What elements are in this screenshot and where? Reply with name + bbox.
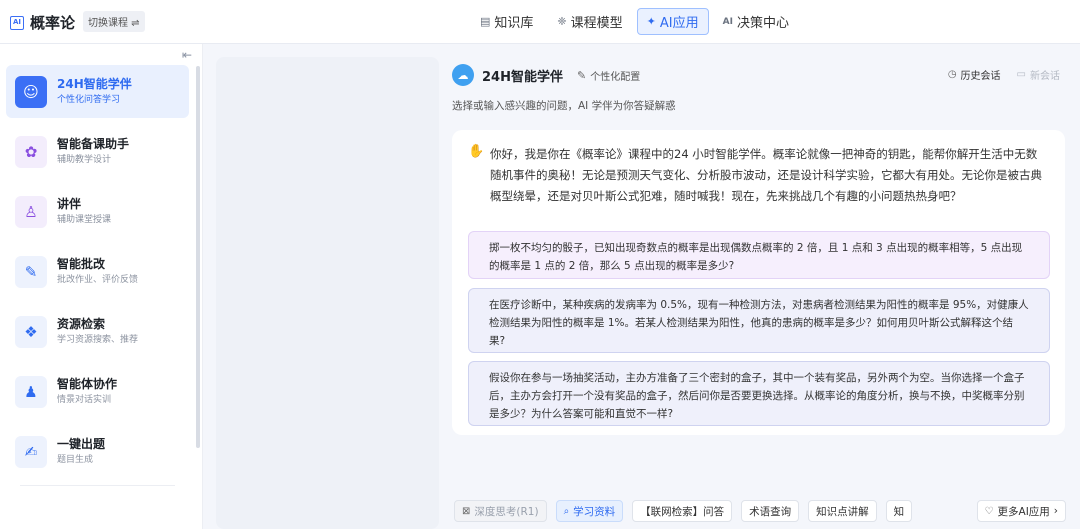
sidebar-item-subtitle: 情景对话实训 [57,395,112,405]
search-icon: ⌕ [563,505,570,517]
sidebar-item-title: 智能批改 [57,257,106,271]
sidebar-item-subtitle: 个性化问答学习 [57,95,121,105]
more-ai-apps-button[interactable]: ♡ 更多AI应用 › [976,500,1066,522]
sidebar-divider [20,485,175,486]
ai-icon: AI [722,16,733,27]
nav-knowledge-base[interactable]: ▤ 知识库 [470,8,543,35]
collapse-sidebar-icon[interactable]: ⇤ [182,48,192,62]
sidebar-item-subtitle: 辅助教学设计 [57,155,112,165]
ai-logo-icon: AI [10,15,24,30]
bot-avatar: ☁ [452,64,474,86]
deep-think-icon: ⊠ [462,505,471,517]
chip-label: 学习资料 [573,505,616,518]
history-button[interactable]: ◷ 历史会话 [948,67,1001,82]
greeting-row: ✋ 你好，我是你在《概率论》课程中的24 小时智能学伴。概率论就像一把神奇的钥匙… [468,144,1048,207]
conversation-panel [216,57,439,529]
bulb-icon: ♡ [984,505,994,517]
personalization-label: 个性化配置 [590,71,641,83]
new-chat-icon: ▭ [1016,69,1026,80]
nav-label: AI应用 [659,16,699,31]
sidebar-item-grading[interactable]: ✎ 智能批改 批改作业、评价反馈 [6,245,189,298]
chevron-right-icon: › [1053,505,1058,517]
chip-label: 知 [893,505,905,518]
question-gen-icon: ✍ [15,435,47,468]
sidebar-item-title: 资源检索 [57,317,106,331]
nav-decision-center[interactable]: AI 决策中心 [713,8,799,35]
sidebar-item-title: 智能备课助手 [57,137,130,151]
lecture-icon: ♙ [15,195,47,228]
history-label: 历史会话 [960,71,1001,82]
nav-label: 知识库 [494,16,534,31]
deep-think-chip[interactable]: ⊠ 深度思考(R1) [454,500,547,522]
companion-icon: ☺ [15,75,47,108]
conversation-actions: ◷ 历史会话 ▭ 新会话 [932,67,1060,82]
quick-action-bar: ⊠ 深度思考(R1) ⌕ 学习资料 【联网检索】问答 术语查询 知识点讲解 知 … [454,500,1080,524]
sidebar-item-title: 讲伴 [57,197,82,211]
chip-label: 深度思考(R1) [474,505,539,518]
layers-icon: ❖ [15,315,47,348]
new-conversation-button[interactable]: ▭ 新会话 [1017,67,1060,82]
bot-name: 24H智能学伴 [482,69,563,85]
main-nav: ▤ 知识库 ❈ 课程模型 ✦ AI应用 AI 决策中心 [470,8,803,35]
sidebar-item-subtitle: 辅助课堂授课 [57,215,112,225]
study-materials-chip[interactable]: ⌕ 学习资料 [555,500,624,522]
knowledge-explain-chip[interactable]: 知识点讲解 [808,500,877,522]
main-area: ☁ 24H智能学伴 ✎ 个性化配置 选择或输入感兴趣的问题，AI 学伴为你答疑解… [203,44,1080,529]
greeting-text: 你好，我是你在《概率论》课程中的24 小时智能学伴。概率论就像一把神奇的钥匙，能… [490,147,1042,203]
sidebar-item-subtitle: 题目生成 [57,455,94,465]
sidebar: ⇤ ☺ 24H智能学伴 个性化问答学习 ✿ 智能备课助手 辅助教学设计 ♙ 讲伴… [0,44,203,529]
truncated-chip[interactable]: 知 [885,500,913,522]
nav-label: 决策中心 [736,16,789,31]
clock-icon: ◷ [947,69,957,80]
model-icon: ❈ [557,15,567,28]
sidebar-item-title: 智能体协作 [57,377,118,391]
new-conversation-label: 新会话 [1030,71,1060,82]
sidebar-item-lesson-prep[interactable]: ✿ 智能备课助手 辅助教学设计 [6,125,189,178]
agents-icon: ♟ [15,375,47,408]
sparkle-icon: ✦ [646,15,656,28]
suggested-question[interactable]: 在医疗诊断中，某种疾病的发病率为 0.5%，现有一种检测方法，对患病者检测结果为… [468,288,1050,353]
sidebar-item-title: 一键出题 [57,437,106,451]
sidebar-scrollbar[interactable] [196,66,200,448]
sidebar-item-resource-search[interactable]: ❖ 资源检索 学习资源搜索、推荐 [6,305,189,358]
bot-header: ☁ 24H智能学伴 ✎ 个性化配置 [452,64,640,86]
bot-description: 选择或输入感兴趣的问题，AI 学伴为你答疑解惑 [452,100,676,112]
sidebar-item-subtitle: 学习资源搜索、推荐 [57,335,139,345]
chip-label: 术语查询 [749,505,792,518]
top-bar: AI 概率论 切换课程 ⇌ ▤ 知识库 ❈ 课程模型 ✦ AI应用 AI 决策中… [0,0,1080,44]
chip-label: 更多AI应用 [997,505,1050,518]
brand: AI 概率论 [10,12,75,33]
sidebar-item-lecture[interactable]: ♙ 讲伴 辅助课堂授课 [6,185,189,238]
suggested-question[interactable]: 掷一枚不均匀的骰子，已知出现奇数点的概率是出现偶数点概率的 2 倍，且 1 点和… [468,231,1050,279]
personalization-button[interactable]: ✎ 个性化配置 [577,68,640,83]
web-search-qa-chip[interactable]: 【联网检索】问答 [632,500,733,522]
course-title: 概率论 [30,14,76,32]
term-lookup-chip[interactable]: 术语查询 [741,500,800,522]
sidebar-item-subtitle: 批改作业、评价反馈 [57,275,139,285]
sidebar-item-title: 24H智能学伴 [57,77,132,91]
chat-message-card: ✋ 你好，我是你在《概率论》课程中的24 小时智能学伴。概率论就像一把神奇的钥匙… [452,130,1065,435]
sidebar-item-generate-questions[interactable]: ✍ 一键出题 题目生成 [6,425,189,478]
wave-hand-icon: ✋ [468,144,485,159]
lesson-prep-icon: ✿ [15,135,47,168]
book-icon: ▤ [480,15,491,28]
chip-label: 【联网检索】问答 [640,505,725,518]
sidebar-item-agent-collab[interactable]: ♟ 智能体协作 情景对话实训 [6,365,189,418]
nav-label: 课程模型 [570,16,623,31]
switch-course-button[interactable]: 切换课程 ⇌ [83,11,145,32]
suggested-question[interactable]: 假设你在参与一场抽奖活动，主办方准备了三个密封的盒子，其中一个装有奖品，另外两个… [468,361,1050,426]
edit-icon: ✎ [576,68,587,82]
grading-icon: ✎ [15,255,47,288]
chip-label: 知识点讲解 [816,505,869,518]
nav-ai-apps[interactable]: ✦ AI应用 [636,8,709,35]
sidebar-item-study-companion[interactable]: ☺ 24H智能学伴 个性化问答学习 [6,65,189,118]
nav-course-model[interactable]: ❈ 课程模型 [547,8,632,35]
